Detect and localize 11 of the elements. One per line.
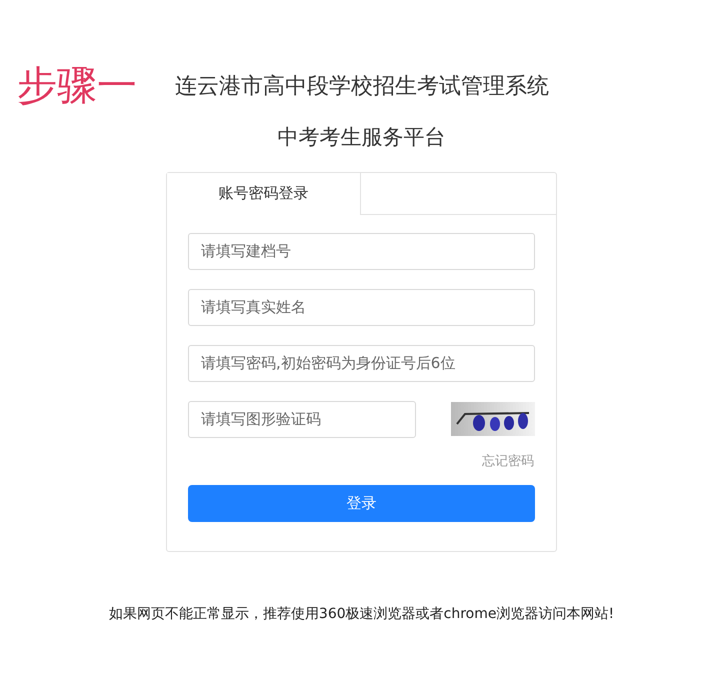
- step-annotation: 步骤一: [17, 62, 138, 110]
- captcha-field[interactable]: 请填写图形验证码: [188, 400, 416, 438]
- login-tab[interactable]: 账号密码登录: [167, 172, 361, 214]
- platform-subtitle: 中考考生服务平台: [278, 124, 446, 151]
- forgot-password-link[interactable]: 忘记密码: [482, 452, 534, 471]
- text-field[interactable]: 请填写建档号: [188, 232, 535, 270]
- password-field[interactable]: 请填写密码,初始密码为身份证号后6位: [188, 344, 535, 382]
- browser-notice: 如果网页不能正常显示，推荐使用360极速浏览器或者chrome浏览器访问本网站!: [108, 604, 614, 624]
- text-field[interactable]: 请填写真实姓名: [188, 288, 535, 326]
- system-title: 连云港市高中段学校招生考试管理系统: [175, 72, 549, 100]
- login-button[interactable]: 登录: [188, 485, 535, 522]
